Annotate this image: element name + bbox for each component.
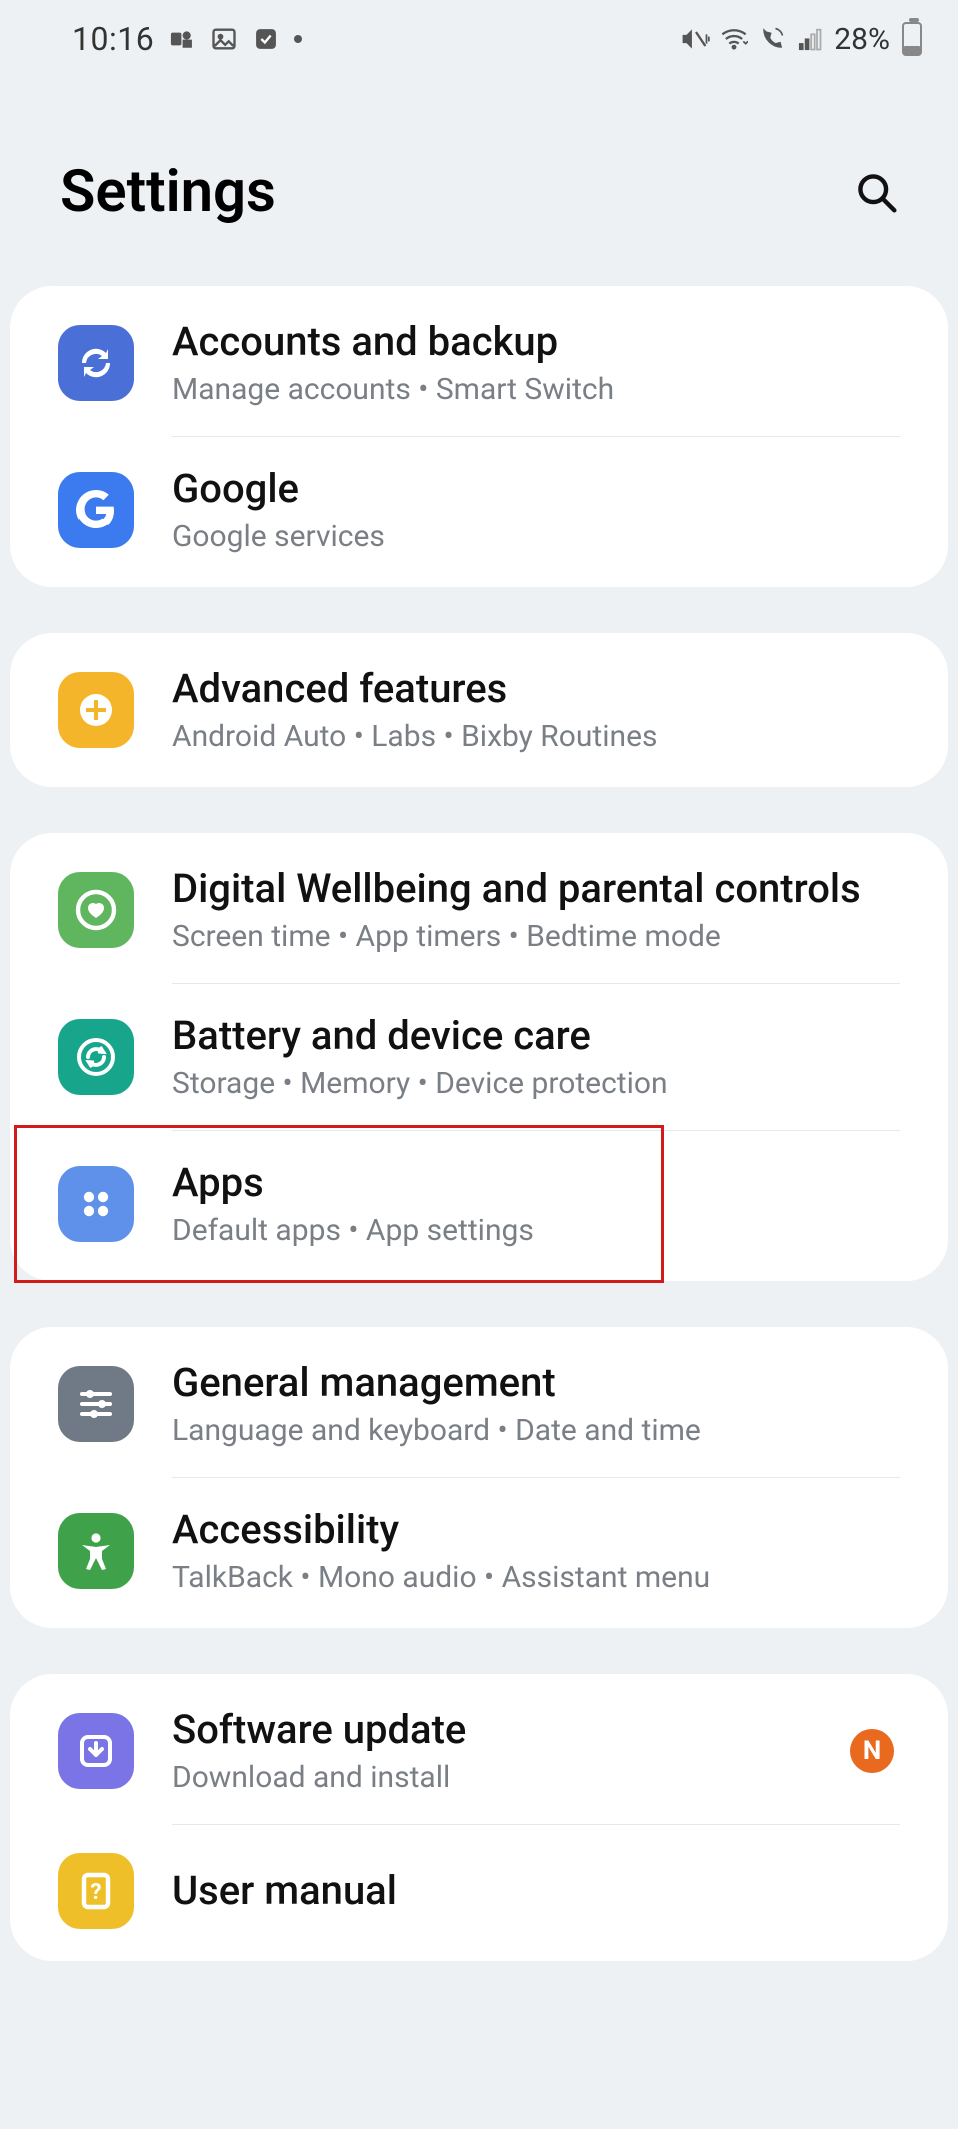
sliders-icon bbox=[58, 1366, 134, 1442]
settings-group: Accounts and backup Manage accounts • Sma… bbox=[10, 286, 948, 587]
row-subtitle: Storage • Memory • Device protection bbox=[172, 1066, 900, 1102]
row-texts: Apps Default apps • App settings bbox=[172, 1159, 900, 1249]
settings-row-general-management[interactable]: General management Language and keyboard … bbox=[10, 1331, 948, 1477]
status-bar: 10:16 28% bbox=[0, 0, 958, 68]
device-care-icon bbox=[58, 1019, 134, 1095]
settings-group: Software update Download and installN User… bbox=[10, 1674, 948, 1961]
vibrate-mute-icon bbox=[682, 25, 710, 53]
status-right: 28% bbox=[682, 22, 924, 57]
settings-row-software-update[interactable]: Software update Download and installN bbox=[10, 1678, 948, 1824]
page-title: Settings bbox=[60, 158, 276, 226]
row-texts: Accessibility TalkBack • Mono audio • Ass… bbox=[172, 1506, 900, 1596]
row-subtitle: Android Auto • Labs • Bixby Routines bbox=[172, 719, 900, 755]
row-subtitle: Language and keyboard • Date and time bbox=[172, 1413, 900, 1449]
apps-icon bbox=[58, 1166, 134, 1242]
row-title: General management bbox=[172, 1359, 900, 1407]
row-title: Accounts and backup bbox=[172, 318, 900, 366]
settings-row-apps[interactable]: Apps Default apps • App settings bbox=[10, 1131, 948, 1277]
status-time: 10:16 bbox=[72, 20, 154, 58]
google-icon bbox=[58, 472, 134, 548]
settings-group: General management Language and keyboard … bbox=[10, 1327, 948, 1628]
row-texts: Battery and device care Storage • Memory … bbox=[172, 1012, 900, 1102]
row-texts: Digital Wellbeing and parental controls S… bbox=[172, 865, 900, 955]
update-badge: N bbox=[850, 1729, 894, 1773]
check-shield-icon bbox=[252, 25, 280, 53]
battery-icon bbox=[900, 25, 924, 53]
row-subtitle: Screen time • App timers • Bedtime mode bbox=[172, 919, 900, 955]
download-icon bbox=[58, 1713, 134, 1789]
row-title: Google bbox=[172, 465, 900, 513]
row-texts: Accounts and backup Manage accounts • Sma… bbox=[172, 318, 900, 408]
row-texts: Google Google services bbox=[172, 465, 900, 555]
search-icon bbox=[854, 170, 898, 214]
row-title: Software update bbox=[172, 1706, 850, 1754]
settings-row-accessibility[interactable]: Accessibility TalkBack • Mono audio • Ass… bbox=[10, 1478, 948, 1624]
wellbeing-icon bbox=[58, 872, 134, 948]
wifi-calling-icon bbox=[758, 25, 786, 53]
settings-row-accounts-backup[interactable]: Accounts and backup Manage accounts • Sma… bbox=[10, 290, 948, 436]
row-texts: User manual bbox=[172, 1867, 900, 1915]
settings-row-battery-device-care[interactable]: Battery and device care Storage • Memory … bbox=[10, 984, 948, 1130]
sync-icon bbox=[58, 325, 134, 401]
header: Settings bbox=[0, 68, 958, 286]
row-texts: Advanced features Android Auto • Labs • B… bbox=[172, 665, 900, 755]
plus-badge-icon bbox=[58, 672, 134, 748]
row-title: Digital Wellbeing and parental controls bbox=[172, 865, 900, 913]
row-title: Battery and device care bbox=[172, 1012, 900, 1060]
row-subtitle: Default apps • App settings bbox=[172, 1213, 900, 1249]
search-button[interactable] bbox=[848, 164, 904, 220]
settings-row-digital-wellbeing[interactable]: Digital Wellbeing and parental controls S… bbox=[10, 837, 948, 983]
row-texts: General management Language and keyboard … bbox=[172, 1359, 900, 1449]
row-title: Advanced features bbox=[172, 665, 900, 713]
wifi-icon bbox=[720, 25, 748, 53]
battery-percent: 28% bbox=[834, 22, 890, 57]
status-left: 10:16 bbox=[72, 20, 302, 58]
settings-group: Digital Wellbeing and parental controls S… bbox=[10, 833, 948, 1281]
accessibility-icon bbox=[58, 1513, 134, 1589]
row-title: Accessibility bbox=[172, 1506, 900, 1554]
row-title: Apps bbox=[172, 1159, 900, 1207]
image-icon bbox=[210, 25, 238, 53]
teams-icon bbox=[168, 25, 196, 53]
row-subtitle: Google services bbox=[172, 519, 900, 555]
settings-group: Advanced features Android Auto • Labs • B… bbox=[10, 633, 948, 787]
more-notifications-dot bbox=[294, 35, 302, 43]
row-subtitle: Download and install bbox=[172, 1760, 850, 1796]
row-subtitle: Manage accounts • Smart Switch bbox=[172, 372, 900, 408]
row-title: User manual bbox=[172, 1867, 900, 1915]
settings-row-user-manual[interactable]: User manual bbox=[10, 1825, 948, 1957]
signal-icon bbox=[796, 25, 824, 53]
manual-icon bbox=[58, 1853, 134, 1929]
row-subtitle: TalkBack • Mono audio • Assistant menu bbox=[172, 1560, 900, 1596]
row-texts: Software update Download and install bbox=[172, 1706, 850, 1796]
settings-row-google[interactable]: Google Google services bbox=[10, 437, 948, 583]
settings-row-advanced-features[interactable]: Advanced features Android Auto • Labs • B… bbox=[10, 637, 948, 783]
